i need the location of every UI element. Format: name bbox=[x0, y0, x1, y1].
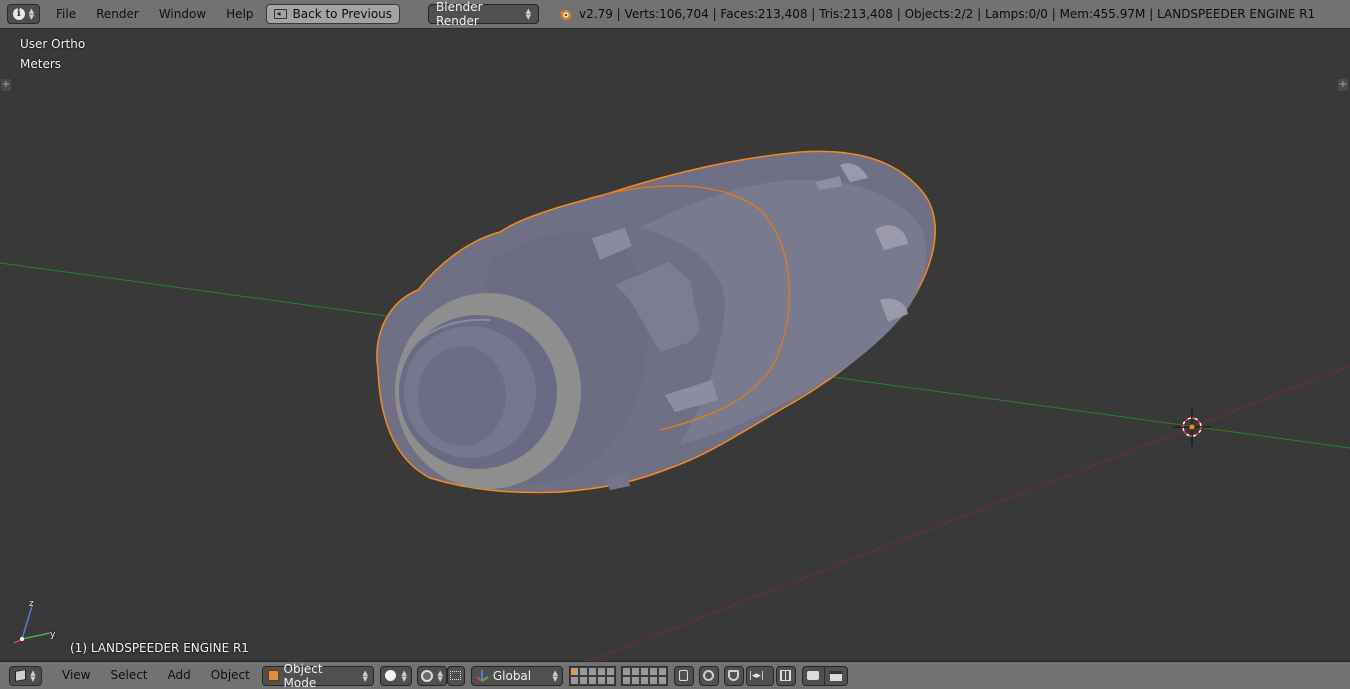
render-buttons bbox=[801, 665, 848, 686]
menu-view[interactable]: View bbox=[52, 661, 100, 689]
info-header: i ▲ ▼ File Render Window Help ◂ Back to P… bbox=[0, 0, 1350, 29]
snap-element-select[interactable]: |◂▸| bbox=[745, 665, 774, 686]
back-to-previous-button[interactable]: ◂ Back to Previous bbox=[265, 4, 401, 24]
proportional-edit-toggle[interactable] bbox=[698, 665, 719, 686]
editor-type-selector[interactable]: ▲ ▼ bbox=[9, 665, 42, 686]
back-to-previous-label: Back to Previous bbox=[292, 7, 393, 21]
blender-window: i ▲ ▼ File Render Window Help ◂ Back to P… bbox=[0, 0, 1350, 689]
orientation-label: Global bbox=[492, 668, 532, 683]
view-name: User Ortho bbox=[20, 37, 86, 51]
back-screen-icon: ◂ bbox=[273, 9, 287, 19]
render-image-button[interactable] bbox=[803, 666, 825, 685]
blender-logo-icon bbox=[557, 7, 573, 21]
camera-icon bbox=[807, 671, 820, 680]
lock-camera-toggle[interactable] bbox=[673, 665, 694, 686]
active-object-label: (1) LANDSPEEDER ENGINE R1 bbox=[70, 641, 249, 655]
3d-viewport[interactable]: User Ortho Meters z y (1) LANDSPEEDER EN… bbox=[0, 29, 1350, 661]
snap-increment-icon: |◂▸| bbox=[748, 670, 764, 681]
toolshelf-expand-icon[interactable]: + bbox=[1, 79, 11, 91]
menu-file[interactable]: File bbox=[46, 0, 86, 29]
center-points-icon bbox=[450, 671, 462, 680]
cube-view-icon bbox=[15, 669, 27, 682]
render-engine-select[interactable]: Blender Render ▲ ▼ bbox=[428, 0, 540, 28]
snap-toggle[interactable] bbox=[723, 665, 744, 686]
solid-sphere-icon bbox=[384, 670, 396, 681]
gizmo-z-label: z bbox=[29, 599, 34, 609]
info-icon: i bbox=[12, 8, 25, 20]
updown-arrows-icon: ▲ ▼ bbox=[362, 668, 368, 683]
menu-select[interactable]: Select bbox=[100, 661, 157, 689]
scene-stats: v2.79 | Verts:106,704 | Faces:213,408 | … bbox=[579, 7, 1316, 21]
magnet-icon bbox=[728, 670, 740, 681]
updown-arrows-icon: ▲ ▼ bbox=[437, 668, 443, 683]
orientation-select[interactable]: Global ▲ ▼ bbox=[470, 665, 563, 686]
properties-expand-icon[interactable]: + bbox=[1338, 79, 1348, 91]
updown-arrows-icon: ▲ ▼ bbox=[30, 668, 36, 683]
viewport-canvas bbox=[0, 150, 1350, 661]
updown-arrows-icon: ▲ ▼ bbox=[28, 7, 35, 21]
object-cube-icon bbox=[267, 670, 279, 681]
units-label: Meters bbox=[20, 57, 62, 71]
mode-label: Object Mode bbox=[283, 661, 323, 689]
updown-arrows-icon: ▲ ▼ bbox=[525, 7, 532, 21]
menu-object[interactable]: Object bbox=[201, 661, 260, 689]
clapper-icon bbox=[829, 670, 842, 681]
axis-gizmo bbox=[13, 605, 51, 644]
menu-window[interactable]: Window bbox=[149, 0, 216, 29]
snap-grid-icon bbox=[780, 670, 792, 681]
proportional-circle-icon bbox=[703, 670, 715, 681]
updown-arrows-icon: ▲ ▼ bbox=[401, 668, 407, 683]
menu-help[interactable]: Help bbox=[216, 0, 263, 29]
snap-target-toggle[interactable] bbox=[775, 665, 796, 686]
pivot-point-select[interactable]: ▲ ▼ bbox=[416, 665, 447, 686]
3d-cursor-icon[interactable] bbox=[1173, 408, 1211, 446]
3d-view-header: ▲ ▼ View Select Add Object Object Mode ▲ ▼… bbox=[0, 661, 1350, 689]
gizmo-y-label: y bbox=[50, 630, 56, 640]
menu-add[interactable]: Add bbox=[158, 661, 201, 689]
layers-grid-b[interactable] bbox=[620, 665, 668, 686]
render-animation-button[interactable] bbox=[825, 667, 847, 685]
menu-render[interactable]: Render bbox=[86, 0, 149, 29]
pivot-icon bbox=[420, 669, 433, 682]
viewport-shading-select[interactable]: ▲ ▼ bbox=[379, 665, 412, 686]
manipulate-center-toggle[interactable] bbox=[446, 665, 465, 686]
render-engine-label: Blender Render bbox=[436, 0, 483, 28]
engine-mesh[interactable] bbox=[376, 150, 936, 494]
layer-lock-icon bbox=[679, 670, 689, 681]
mode-select[interactable]: Object Mode ▲ ▼ bbox=[261, 662, 374, 689]
updown-arrows-icon: ▲ ▼ bbox=[552, 668, 558, 683]
transform-gizmo-icon bbox=[476, 669, 489, 682]
layers-grid-a[interactable] bbox=[568, 665, 616, 686]
editor-type-selector[interactable]: i ▲ ▼ bbox=[7, 4, 40, 24]
